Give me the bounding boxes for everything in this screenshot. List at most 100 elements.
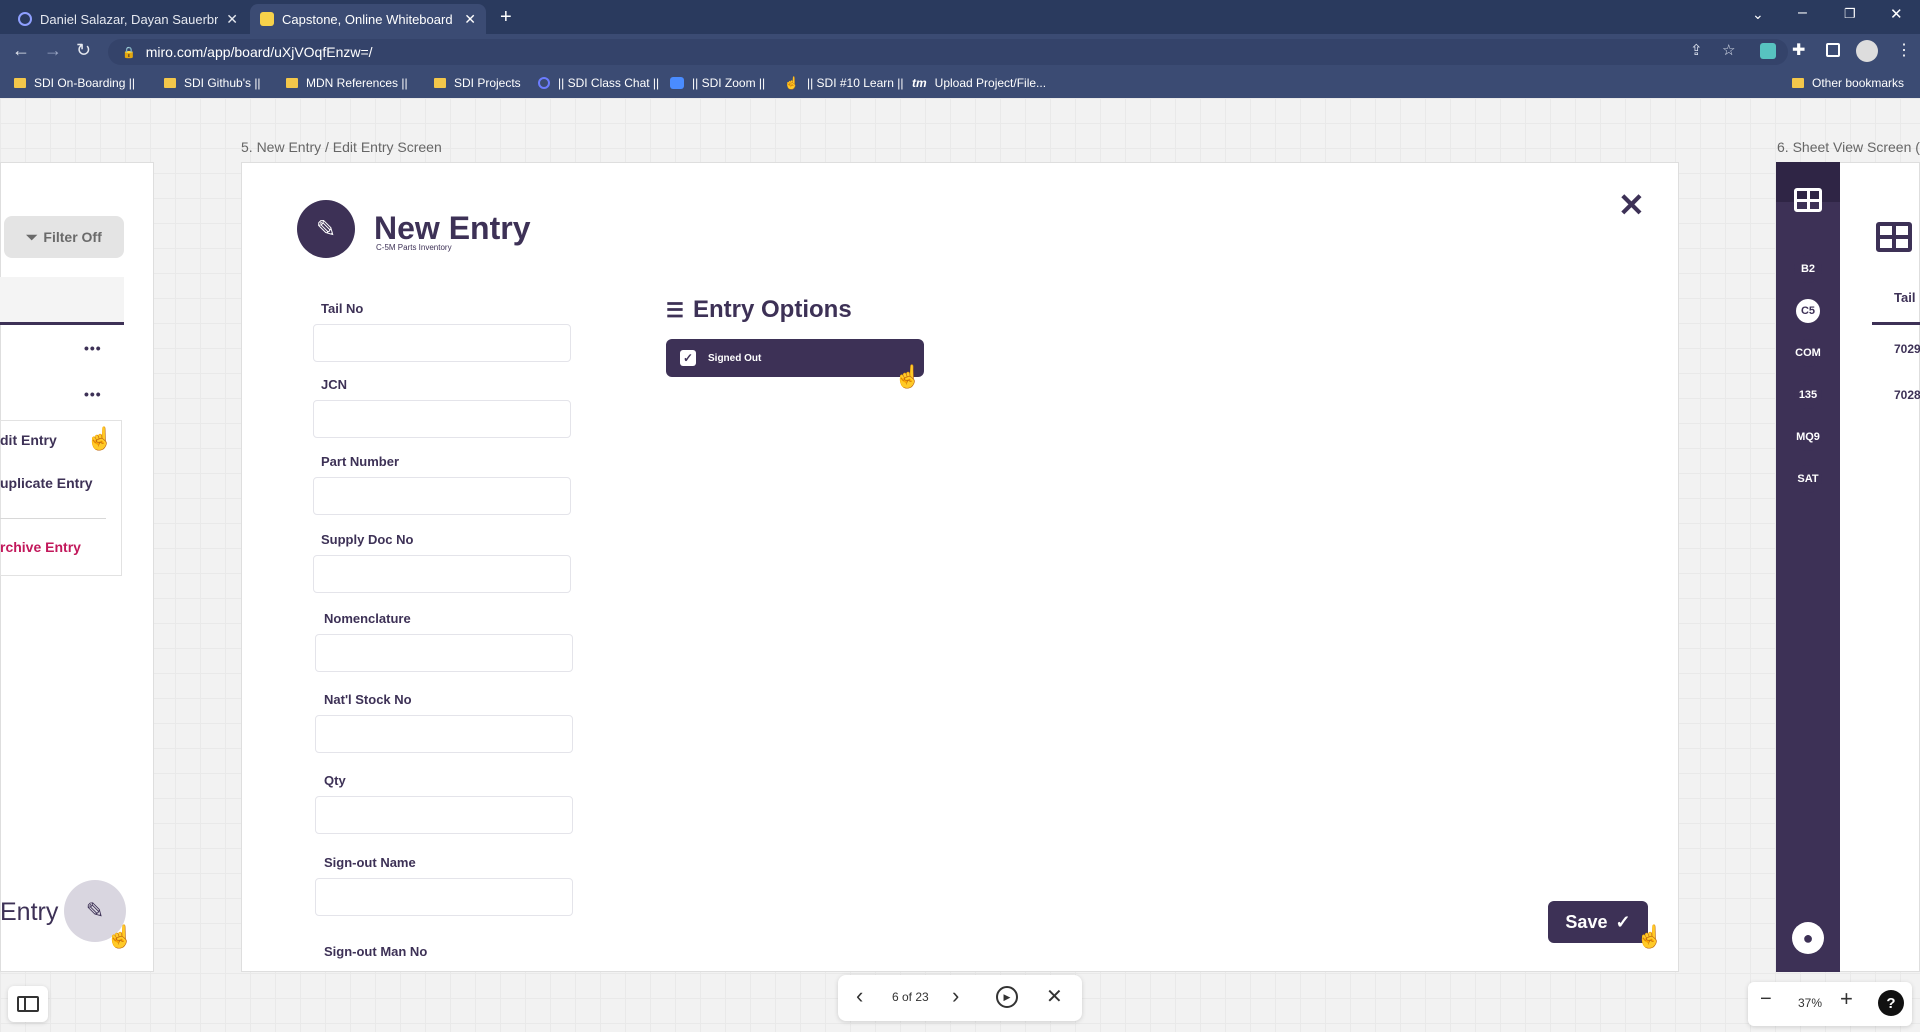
- pointer-hand-icon: ☝: [894, 364, 922, 389]
- menu-kebab-icon[interactable]: ⋮: [1896, 40, 1912, 60]
- zoom-out-button[interactable]: −: [1760, 988, 1772, 1011]
- field-label-part-number: Part Number: [321, 454, 400, 469]
- board-panel-button[interactable]: [8, 986, 48, 1022]
- menu-item-edit-entry[interactable]: dit Entry: [0, 432, 57, 448]
- window-close-icon[interactable]: ✕: [1890, 5, 1903, 23]
- restore-icon[interactable]: ❐: [1844, 6, 1856, 22]
- bookmark-label: SDI Projects: [454, 76, 521, 90]
- field-label-sign-out-man-no: Sign-out Man No: [324, 944, 428, 959]
- bookmark-label: || SDI #10 Learn ||: [806, 76, 904, 90]
- list-icon: ☰: [666, 300, 684, 322]
- bookmark-label: Upload Project/File...: [934, 76, 1047, 90]
- nomenclature-input[interactable]: [315, 634, 573, 672]
- bookmark-item[interactable]: SDI Projects: [434, 76, 521, 90]
- sidebar-item-mq9[interactable]: MQ9: [1794, 423, 1822, 451]
- frame-counter: 6 of 23: [892, 990, 929, 1004]
- extension-icon[interactable]: [1760, 43, 1776, 59]
- row-more-icon[interactable]: •••: [84, 340, 102, 356]
- supply-doc-no-input[interactable]: [313, 555, 571, 593]
- reload-icon[interactable]: ↻: [76, 40, 91, 61]
- page-title: New Entry: [374, 210, 531, 246]
- bookmark-item[interactable]: tm Upload Project/File...: [912, 76, 1046, 90]
- new-entry-badge: ✎: [297, 200, 355, 258]
- sign-out-name-input[interactable]: [315, 878, 573, 916]
- back-icon[interactable]: ←: [12, 40, 30, 61]
- filter-button[interactable]: ⏷ Filter Off: [4, 216, 124, 258]
- sidebar-toggle-icon: [17, 996, 39, 1012]
- checkbox-checked-icon[interactable]: ✓: [680, 350, 696, 366]
- field-label-natl-stock-no: Nat'l Stock No: [324, 692, 412, 707]
- sidebar-item-com[interactable]: COM: [1794, 339, 1822, 367]
- new-entry-text: Entry: [0, 898, 59, 926]
- signed-out-toggle[interactable]: ✓ Signed Out: [666, 339, 924, 377]
- side-panel-icon[interactable]: [1826, 43, 1840, 57]
- bookmark-label: SDI Github's ||: [184, 76, 261, 90]
- puzzle-icon[interactable]: ✚: [1792, 40, 1805, 60]
- natl-stock-no-input[interactable]: [315, 715, 573, 753]
- browser-tab[interactable]: Daniel Salazar, Dayan Sauerbronn ✕: [8, 4, 248, 34]
- column-header-tail: Tail: [1894, 290, 1916, 305]
- chat-icon: [538, 77, 550, 89]
- tab-favicon-icon: [18, 12, 32, 26]
- user-avatar-icon[interactable]: ●: [1792, 922, 1824, 954]
- option-label: Signed Out: [708, 352, 762, 364]
- previous-frame-icon[interactable]: ‹: [856, 983, 863, 1009]
- tab-title: Daniel Salazar, Dayan Sauerbronn: [40, 11, 219, 27]
- save-button[interactable]: Save ✓: [1548, 901, 1648, 943]
- forward-icon[interactable]: →: [44, 40, 62, 61]
- menu-item-duplicate-entry[interactable]: uplicate Entry: [0, 475, 93, 491]
- bookmark-item[interactable]: SDI On-Boarding ||: [14, 76, 135, 90]
- pointer-hand-icon: ☝: [1636, 924, 1664, 949]
- menu-item-archive-entry[interactable]: rchive Entry: [0, 539, 81, 555]
- close-tab-icon[interactable]: ✕: [464, 11, 476, 28]
- frame-label[interactable]: 5. New Entry / Edit Entry Screen: [241, 139, 442, 155]
- filter-icon: ⏷: [26, 228, 38, 245]
- tail-no-input[interactable]: [313, 324, 571, 362]
- bookmark-label: MDN References ||: [306, 76, 408, 90]
- grid-icon: [1876, 222, 1912, 252]
- bookmark-item[interactable]: || SDI Zoom ||: [670, 76, 765, 90]
- zoom-in-button[interactable]: +: [1840, 986, 1853, 1012]
- bookmark-star-icon[interactable]: ☆: [1722, 41, 1735, 59]
- sidebar-item-sat[interactable]: SAT: [1794, 465, 1822, 493]
- bookmark-item[interactable]: || SDI Class Chat ||: [538, 76, 659, 90]
- tab-search-icon[interactable]: ⌄: [1752, 6, 1764, 23]
- jcn-input[interactable]: [313, 400, 571, 438]
- minimize-icon[interactable]: –: [1798, 4, 1807, 22]
- checkmark-icon: ✓: [1615, 911, 1631, 932]
- share-icon[interactable]: ⇪: [1690, 41, 1703, 59]
- new-tab-button[interactable]: +: [500, 6, 512, 29]
- zoom-level[interactable]: 37%: [1798, 996, 1822, 1010]
- upload-site-icon: tm: [912, 76, 927, 90]
- entry-options-title: Entry Options: [693, 296, 852, 323]
- close-tab-icon[interactable]: ✕: [226, 11, 238, 28]
- edit-icon: ✎: [315, 215, 337, 243]
- help-button[interactable]: ?: [1878, 990, 1904, 1016]
- field-label-nomenclature: Nomenclature: [324, 611, 411, 626]
- frame-label[interactable]: 6. Sheet View Screen (: [1777, 139, 1920, 155]
- bookmark-item[interactable]: MDN References ||: [286, 76, 408, 90]
- grid-icon[interactable]: [1794, 188, 1822, 212]
- field-label-sign-out-name: Sign-out Name: [324, 855, 416, 870]
- other-bookmarks[interactable]: Other bookmarks: [1792, 76, 1904, 90]
- address-bar[interactable]: 🔒 miro.com/app/board/uXjVOqfEnzw=/: [108, 39, 1788, 65]
- qty-input[interactable]: [315, 796, 573, 834]
- bookmark-item[interactable]: SDI Github's ||: [164, 76, 261, 90]
- pointer-hand-icon: ☝: [86, 426, 114, 451]
- browser-tab-active[interactable]: Capstone, Online Whiteboard for ✕: [250, 4, 486, 34]
- row-more-icon[interactable]: •••: [84, 386, 102, 402]
- sidebar-item-b2[interactable]: B2: [1794, 255, 1822, 283]
- pointer-hand-icon: ☝: [106, 924, 134, 949]
- sidebar-item-c5[interactable]: C5: [1794, 297, 1822, 325]
- close-icon[interactable]: ✕: [1618, 186, 1645, 224]
- part-number-input[interactable]: [313, 477, 571, 515]
- profile-avatar[interactable]: [1856, 40, 1878, 62]
- sidebar-item-135[interactable]: 135: [1794, 381, 1822, 409]
- bookmark-label: || SDI Class Chat ||: [558, 76, 660, 90]
- sheet-sidebar: [1776, 162, 1840, 972]
- bookmark-item[interactable]: ☝ || SDI #10 Learn ||: [784, 76, 903, 90]
- close-presentation-icon[interactable]: ✕: [1046, 984, 1063, 1009]
- play-icon[interactable]: ▶: [996, 986, 1018, 1008]
- learn-icon: ☝: [784, 76, 799, 90]
- next-frame-icon[interactable]: ›: [952, 983, 959, 1009]
